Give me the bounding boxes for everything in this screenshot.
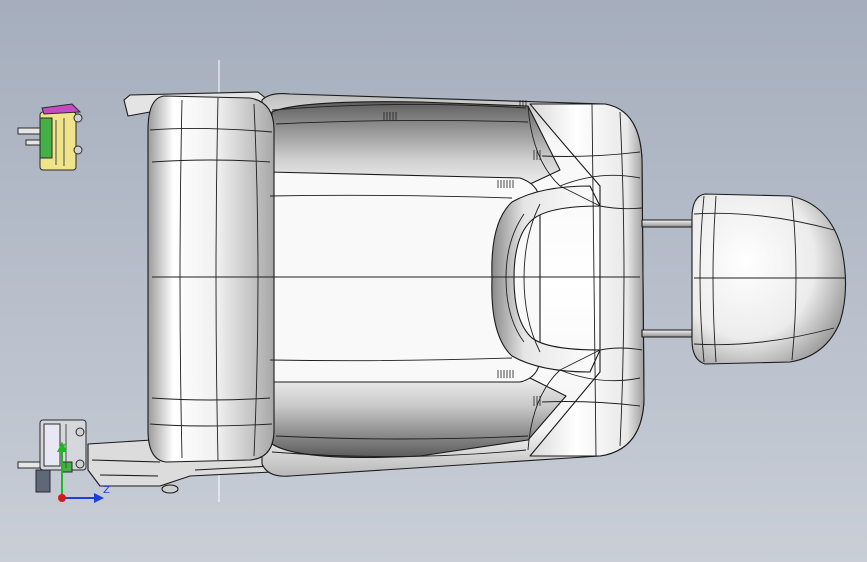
bottom-mount-foot (35, 469, 51, 493)
triad-origin (58, 494, 66, 502)
top-mount-stud-lower (25, 139, 41, 146)
triad-y-label: Y (61, 441, 68, 452)
bottom-mount-bolt-a (75, 427, 85, 437)
graphics-viewport[interactable]: Y Z (0, 0, 867, 562)
headrest-cushion (691, 193, 847, 365)
top-mount-green (39, 117, 53, 159)
bottom-mount-green (61, 461, 73, 473)
bottom-mount-bolt-b (75, 459, 85, 469)
triad-z-label: Z (103, 485, 110, 496)
top-mount-stud (17, 127, 41, 135)
bottom-mount-stud (17, 461, 41, 469)
top-mount-bolt-a (73, 113, 83, 123)
bottom-mount-panel (43, 423, 61, 467)
headrest-post-lower (641, 329, 693, 338)
left-bolster (147, 95, 275, 463)
upper-channel (269, 101, 561, 185)
top-mount-bolt-b (73, 145, 83, 155)
bracket-bolt (161, 484, 179, 494)
headrest-post-upper (641, 219, 693, 228)
